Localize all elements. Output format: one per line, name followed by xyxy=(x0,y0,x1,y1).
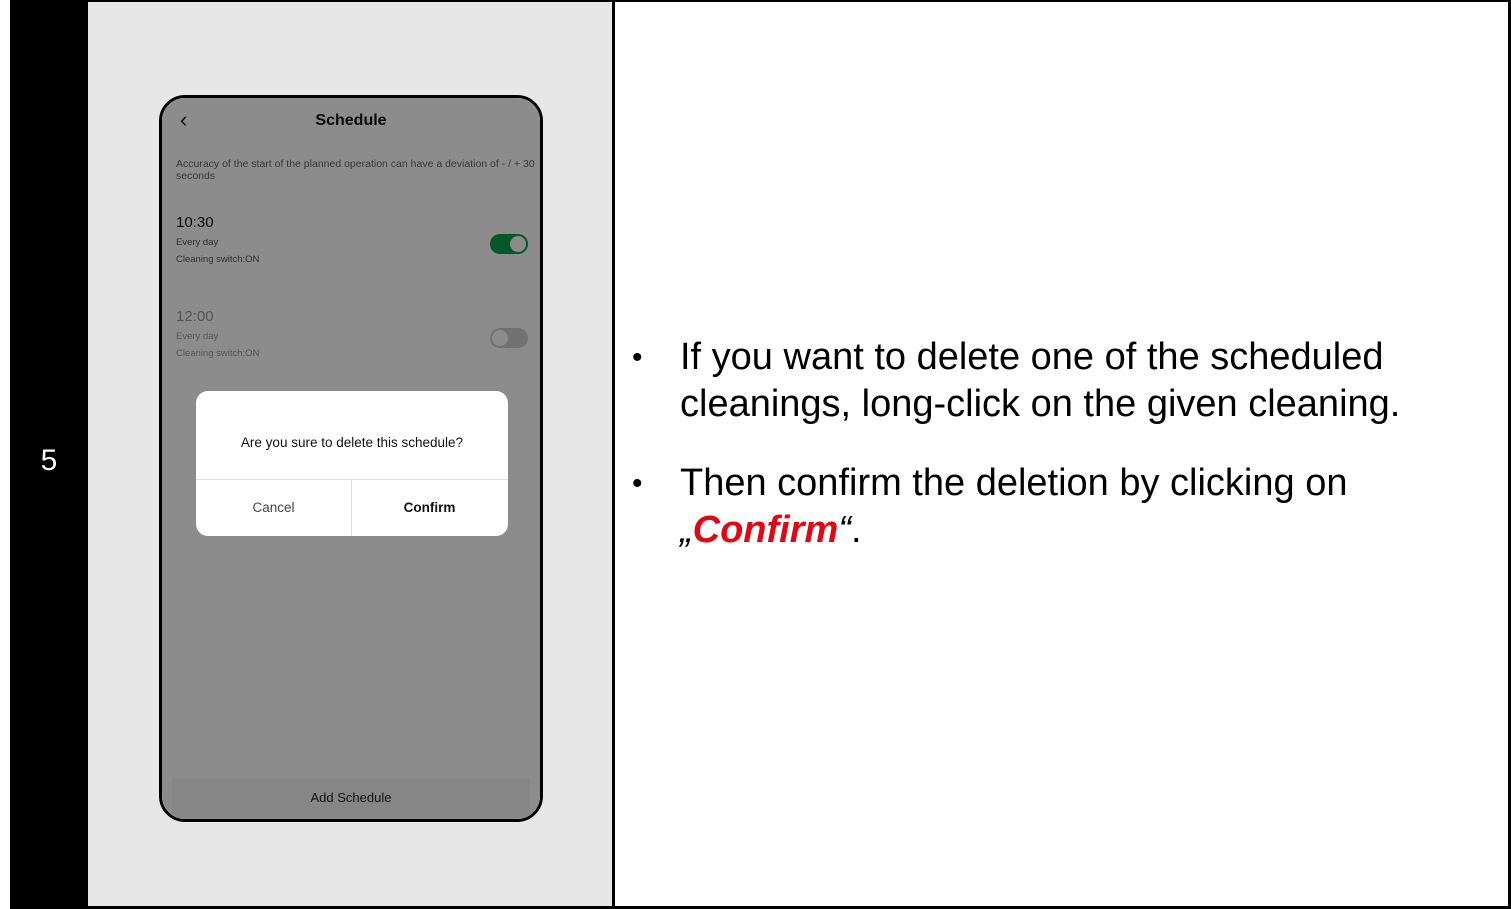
open-quote: „ xyxy=(680,509,693,551)
column-divider xyxy=(612,0,615,909)
step-number: 5 xyxy=(40,444,58,477)
confirm-keyword: Confirm xyxy=(692,509,839,551)
sentence-end: . xyxy=(850,509,862,551)
close-quote: “ xyxy=(838,509,851,551)
phone-mockup: ‹ Schedule Accuracy of the start of the … xyxy=(159,95,543,822)
bullet-icon: • xyxy=(632,467,643,500)
instruction-item: • Then confirm the deletion by clicking … xyxy=(624,460,1504,554)
instruction-item: • If you want to delete one of the sched… xyxy=(624,334,1504,428)
bullet-icon: • xyxy=(632,341,643,374)
instruction-table: 5 ‹ Schedule Accuracy of the start of th… xyxy=(0,0,1511,909)
instruction-text: • If you want to delete one of the sched… xyxy=(624,334,1504,586)
delete-confirm-dialog: Are you sure to delete this schedule? Ca… xyxy=(196,391,508,536)
cancel-button[interactable]: Cancel xyxy=(196,479,351,536)
instruction-item-text: Then confirm the deletion by clicking on xyxy=(680,462,1348,504)
table-top-border xyxy=(612,0,1511,2)
confirm-button[interactable]: Confirm xyxy=(352,479,507,536)
instruction-item-text: If you want to delete one of the schedul… xyxy=(680,336,1401,425)
dialog-message: Are you sure to delete this schedule? xyxy=(240,435,464,450)
